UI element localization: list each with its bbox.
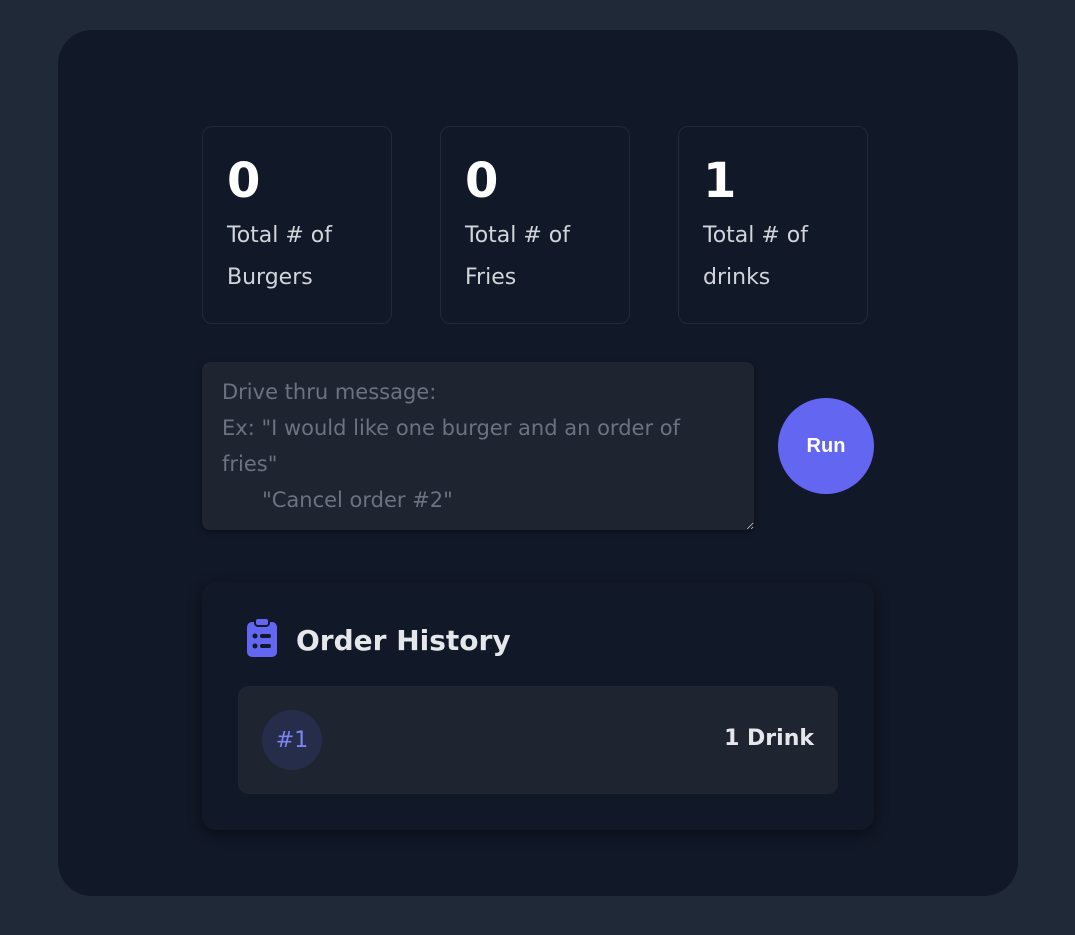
burger-count: 0 — [227, 153, 261, 209]
burger-label: Total # of Burgers — [227, 215, 367, 299]
main-panel: 0 Total # of Burgers 0 Total # of Fries … — [58, 30, 1018, 896]
order-history-panel: Order History #1 1 Drink — [202, 582, 874, 830]
order-number-badge: #1 — [262, 710, 322, 770]
burger-label-line1: Total # of — [227, 223, 333, 248]
fries-label: Total # of Fries — [465, 215, 605, 299]
drinks-label-line1: Total # of — [703, 223, 809, 248]
stat-card-fries: 0 Total # of Fries — [440, 126, 630, 324]
stats-row: 0 Total # of Burgers 0 Total # of Fries … — [202, 126, 868, 324]
burger-label-line2: Burgers — [227, 265, 313, 290]
order-row: #1 1 Drink — [238, 686, 838, 794]
drinks-count: 1 — [703, 153, 737, 209]
order-summary: 1 Drink — [724, 726, 814, 751]
fries-count: 0 — [465, 153, 499, 209]
fries-label-line2: Fries — [465, 265, 517, 290]
drive-thru-message-input[interactable] — [202, 362, 754, 530]
run-button[interactable]: Run — [778, 398, 874, 494]
drinks-label-line2: drinks — [703, 265, 771, 290]
stat-card-burgers: 0 Total # of Burgers — [202, 126, 392, 324]
order-history-header: Order History — [246, 617, 511, 662]
stat-card-drinks: 1 Total # of drinks — [678, 126, 868, 324]
drinks-label: Total # of drinks — [703, 215, 843, 299]
fries-label-line1: Total # of — [465, 223, 571, 248]
clipboard-list-icon — [246, 617, 278, 662]
order-history-title: Order History — [296, 623, 511, 657]
